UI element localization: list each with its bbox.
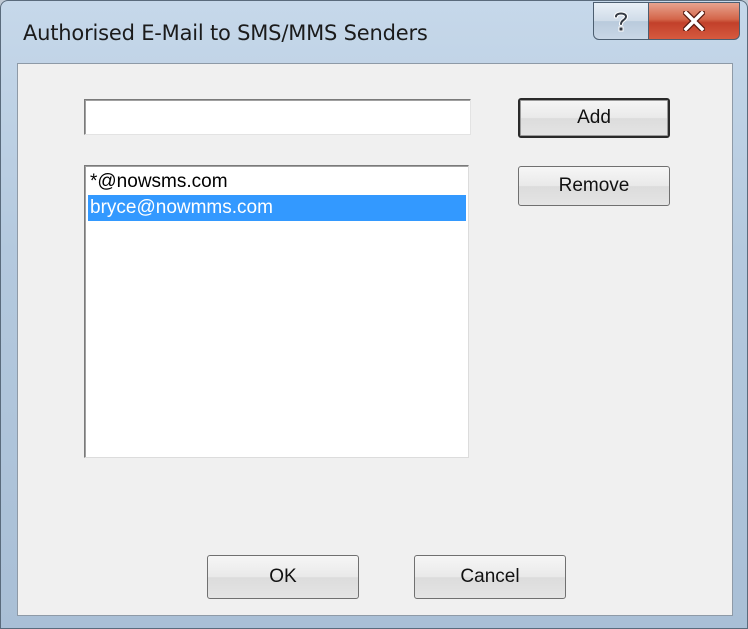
list-item[interactable]: *@nowsms.com [88,169,466,195]
help-button[interactable] [593,2,649,40]
close-icon [683,11,705,31]
remove-button[interactable]: Remove [518,166,670,206]
senders-listbox[interactable]: *@nowsms.com bryce@nowmms.com [84,165,469,458]
close-button[interactable] [648,2,740,40]
dialog-window: Authorised E-Mail to SMS/MMS Senders Add [0,0,748,629]
list-item-selected[interactable]: bryce@nowmms.com [88,195,466,221]
cancel-button[interactable]: Cancel [414,555,566,599]
add-button[interactable]: Add [518,98,670,138]
title-bar[interactable]: Authorised E-Mail to SMS/MMS Senders [1,1,747,63]
ok-button[interactable]: OK [207,555,359,599]
dialog-title: Authorised E-Mail to SMS/MMS Senders [23,21,428,45]
sender-input[interactable] [84,99,471,135]
question-mark-icon [611,9,631,33]
dialog-body: Add Remove *@nowsms.com bryce@nowmms.com… [17,63,733,616]
